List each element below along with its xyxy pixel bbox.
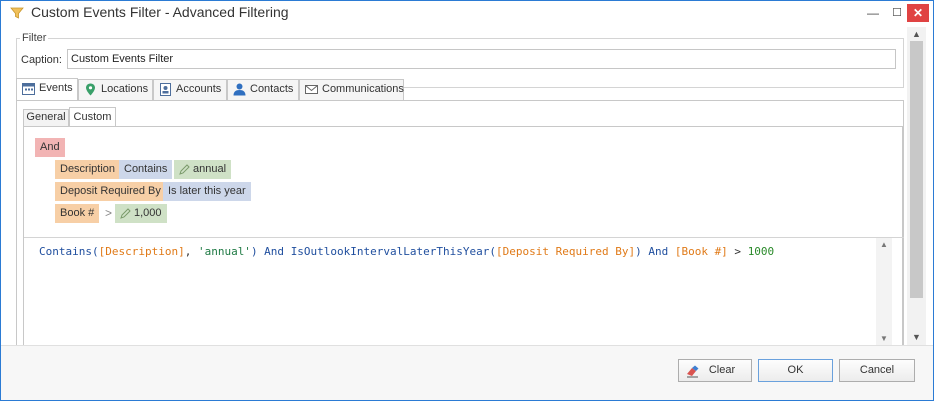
maximize-button[interactable]: ☐	[885, 3, 909, 23]
condition-field-chip[interactable]: Book #	[55, 204, 100, 223]
tab-events[interactable]: Events	[16, 78, 78, 100]
expr-field: [Description]	[98, 245, 185, 258]
tab-accounts[interactable]: Accounts	[153, 79, 227, 100]
pencil-icon	[120, 208, 131, 219]
dialog-scrollbar[interactable]: ▲ ▼	[907, 27, 926, 345]
filter-icon	[10, 7, 24, 19]
clear-button[interactable]: Clear	[678, 359, 752, 382]
expr-keyword: And	[641, 245, 675, 258]
filter-expression-editor[interactable]: Contains([Description], 'annual') And Is…	[39, 245, 774, 258]
expr-field: [Deposit Required By]	[496, 245, 636, 258]
expr-separator: ,	[184, 245, 198, 258]
filter-group-label: Filter	[20, 32, 49, 44]
dialog-footer: Clear OK Cancel	[1, 345, 933, 400]
tab-locations-label: Locations	[101, 83, 149, 95]
expr-paren: )	[635, 245, 642, 258]
scroll-down-arrow-icon[interactable]: ▼	[876, 334, 892, 343]
caption-label: Caption:	[21, 54, 62, 66]
window-title: Custom Events Filter - Advanced Filterin…	[31, 4, 289, 20]
cancel-button[interactable]: Cancel	[839, 359, 915, 382]
calendar-icon	[22, 83, 35, 95]
location-pin-icon	[86, 83, 95, 96]
minimize-button[interactable]: —	[861, 3, 885, 23]
expr-operator: >	[727, 245, 748, 258]
condition-field-chip[interactable]: Description	[55, 160, 121, 179]
subtab-general[interactable]: General	[23, 109, 69, 126]
expr-paren: )	[250, 245, 258, 258]
pencil-icon	[179, 164, 190, 175]
custom-filter-panel: And Description Contains annual Deposit …	[23, 126, 904, 345]
condition-value-text: 1,000	[134, 207, 162, 219]
expr-function: IsOutlookIntervalLaterThisYear(	[290, 245, 496, 258]
condition-value-chip[interactable]: 1,000	[115, 204, 167, 223]
tab-accounts-label: Accounts	[176, 83, 222, 95]
scroll-down-arrow-icon[interactable]: ▼	[907, 332, 926, 342]
scrollbar-thumb[interactable]	[910, 41, 923, 298]
expr-function: Contains(	[39, 245, 99, 258]
group-operator-chip[interactable]: And	[35, 138, 65, 157]
condition-operator-chip[interactable]: Is later this year	[163, 182, 251, 201]
expr-field: [Book #]	[674, 245, 728, 258]
eraser-icon	[687, 365, 699, 378]
expr-string: 'annual'	[197, 245, 251, 258]
title-bar: Custom Events Filter - Advanced Filterin…	[1, 1, 933, 25]
expr-keyword: And	[257, 245, 291, 258]
subtab-custom[interactable]: Custom	[69, 107, 116, 127]
condition-value-text: annual	[193, 163, 227, 175]
close-button[interactable]: ✕	[907, 4, 929, 22]
envelope-icon	[305, 85, 318, 94]
scroll-up-arrow-icon[interactable]: ▲	[907, 29, 926, 39]
events-tab-panel: General Custom And Description Contains …	[16, 100, 904, 345]
condition-operator-chip[interactable]: Contains	[119, 160, 173, 179]
tab-locations[interactable]: Locations	[78, 79, 153, 100]
condition-field-chip[interactable]: Deposit Required By	[55, 182, 166, 201]
clear-button-label: Clear	[708, 364, 736, 376]
tab-contacts[interactable]: Contacts	[227, 79, 299, 100]
account-card-icon	[160, 83, 171, 96]
tab-events-label: Events	[39, 82, 73, 94]
content-area: Filter Caption: Events Locations	[9, 27, 905, 345]
expr-number: 1000	[747, 245, 775, 258]
tab-communications[interactable]: Communications	[299, 79, 404, 100]
tab-contacts-label: Contacts	[250, 83, 294, 95]
condition-value-chip[interactable]: annual	[174, 160, 232, 179]
dialog-window: Custom Events Filter - Advanced Filterin…	[0, 0, 934, 401]
scroll-up-arrow-icon[interactable]: ▲	[876, 240, 892, 249]
editor-divider	[24, 237, 904, 238]
tab-communications-label: Communications	[322, 83, 404, 95]
contact-person-icon	[233, 83, 246, 96]
ok-button[interactable]: OK	[758, 359, 833, 382]
caption-input[interactable]	[67, 49, 896, 69]
expression-scrollbar[interactable]: ▲ ▼	[876, 238, 892, 345]
condition-operator-symbol[interactable]: >	[105, 206, 112, 220]
